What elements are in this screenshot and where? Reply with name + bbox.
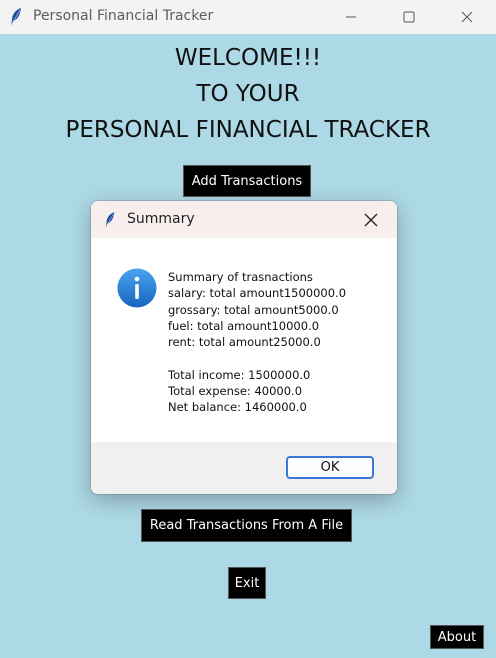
dialog-close-button[interactable] [361, 210, 381, 230]
total-expense: Total expense: 40000.0 [168, 384, 303, 399]
line-spacer [168, 350, 346, 366]
net-balance: Net balance: 1460000.0 [168, 400, 307, 415]
title-bar: Personal Financial Tracker [0, 0, 496, 34]
close-window-button[interactable] [438, 0, 496, 34]
welcome-line: TO YOUR [196, 81, 300, 107]
maximize-icon [403, 11, 415, 23]
feather-icon [105, 212, 115, 228]
dialog-footer: OK [91, 442, 397, 494]
summary-line: salary: total amount1500000.0 [168, 286, 347, 301]
close-icon [364, 213, 378, 227]
exit-button[interactable]: Exit [228, 567, 266, 599]
app-window: Personal Financial Tracker WELCOME!!! TO… [0, 0, 496, 658]
close-icon [461, 11, 473, 23]
about-button[interactable]: About [430, 625, 484, 649]
add-transactions-button[interactable]: Add Transactions [183, 165, 311, 197]
summary-message: Summary of trasnactions salary: total am… [168, 269, 346, 416]
welcome-heading: WELCOME!!! TO YOUR PERSONAL FINANCIAL TR… [0, 40, 496, 148]
summary-line: grossary: total amount5000.0 [168, 302, 339, 317]
dialog-title: Summary [127, 211, 195, 227]
info-icon [117, 268, 157, 308]
minimize-icon [346, 16, 356, 18]
summary-line: Summary of trasnactions [168, 270, 313, 284]
read-transactions-button[interactable]: Read Transactions From A File [141, 509, 352, 542]
maximize-button[interactable] [380, 0, 438, 34]
welcome-line: WELCOME!!! [174, 45, 322, 71]
feather-icon [11, 8, 21, 26]
summary-line: rent: total amount25000.0 [168, 335, 321, 350]
summary-line: fuel: total amount10000.0 [168, 318, 320, 333]
summary-dialog: Summary Summary of trasnactions salary: … [91, 201, 397, 494]
dialog-title-bar: Summary [91, 201, 397, 238]
window-title: Personal Financial Tracker [33, 8, 214, 24]
ok-button[interactable]: OK [286, 456, 374, 479]
total-income: Total income: 1500000.0 [168, 367, 311, 382]
welcome-line: PERSONAL FINANCIAL TRACKER [65, 117, 431, 143]
minimize-button[interactable] [322, 0, 380, 34]
